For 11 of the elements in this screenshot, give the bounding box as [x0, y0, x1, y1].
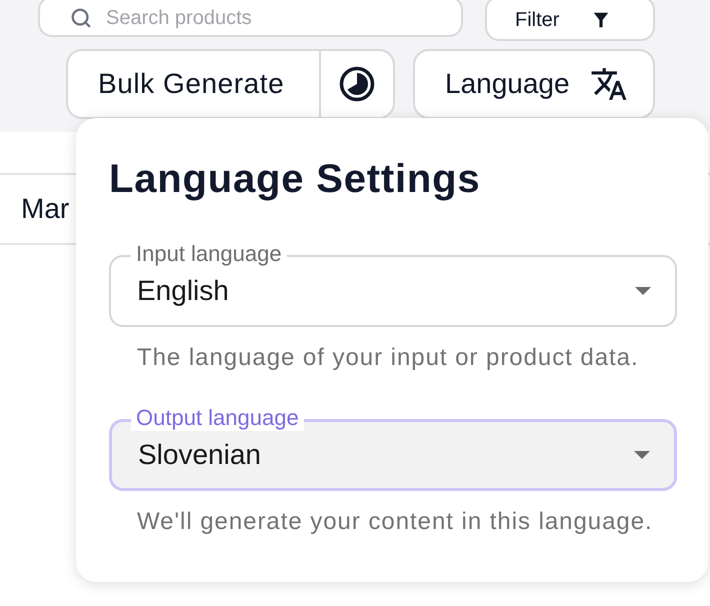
language-button[interactable]: Language: [413, 49, 655, 119]
caret-down-icon: [634, 451, 650, 459]
filter-button[interactable]: Filter: [485, 0, 655, 41]
pie-icon: [339, 66, 375, 102]
search-icon: [70, 7, 92, 29]
caret-down-icon: [635, 287, 651, 295]
helper-text: The language of your input or product data.: [136, 344, 640, 372]
helper-text: We'll generate your content in this language.: [136, 508, 654, 536]
translate-icon: [590, 65, 628, 103]
bulk-generate-button[interactable]: Bulk Generate: [68, 51, 319, 117]
filter-icon: [593, 12, 610, 28]
